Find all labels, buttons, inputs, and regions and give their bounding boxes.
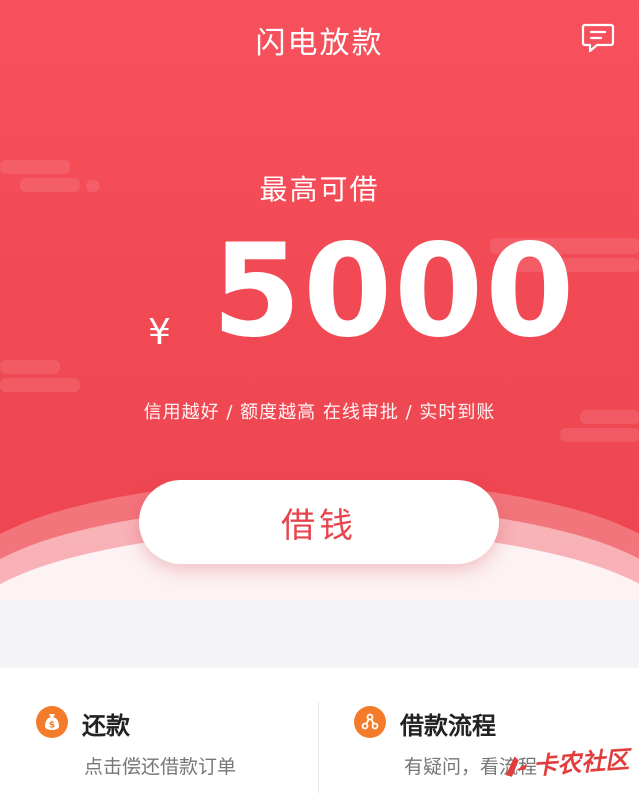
section-gap: [0, 600, 639, 668]
watermark-logo-icon: [505, 756, 528, 777]
chat-bubble-icon[interactable]: [581, 20, 615, 54]
slogan-text: 信用越好 / 额度越高 在线审批 / 实时到账: [143, 402, 496, 423]
svg-text:$: $: [49, 721, 55, 731]
currency-symbol: ¥: [148, 312, 171, 353]
cloud-decoration: [0, 378, 80, 392]
borrow-button[interactable]: 借钱: [139, 480, 499, 564]
cloud-decoration: [560, 428, 639, 442]
action-cards: $ 还款 点击偿还借款订单 借款流程 有疑问，看流程 卡农社区: [0, 668, 639, 793]
hero-banner: 闪电放款 最高可借 ¥ 5000 信用越好 / 额度越高 在线审批 / 实时到账…: [0, 0, 639, 600]
flow-icon: [354, 706, 386, 738]
repay-title: 还款: [82, 712, 130, 740]
repay-desc: 点击偿还借款订单: [84, 756, 237, 778]
watermark-text: 卡农社区: [532, 745, 630, 781]
borrow-process-title: 借款流程: [400, 712, 496, 740]
repay-card[interactable]: $ 还款 点击偿还借款订单: [0, 668, 319, 793]
max-amount: 5000: [212, 217, 577, 366]
cloud-decoration: [0, 360, 60, 374]
page-title: 闪电放款: [255, 26, 384, 61]
card-divider: [318, 702, 319, 793]
max-borrow-label: 最高可借: [259, 173, 380, 206]
money-bag-icon: $: [36, 706, 68, 738]
